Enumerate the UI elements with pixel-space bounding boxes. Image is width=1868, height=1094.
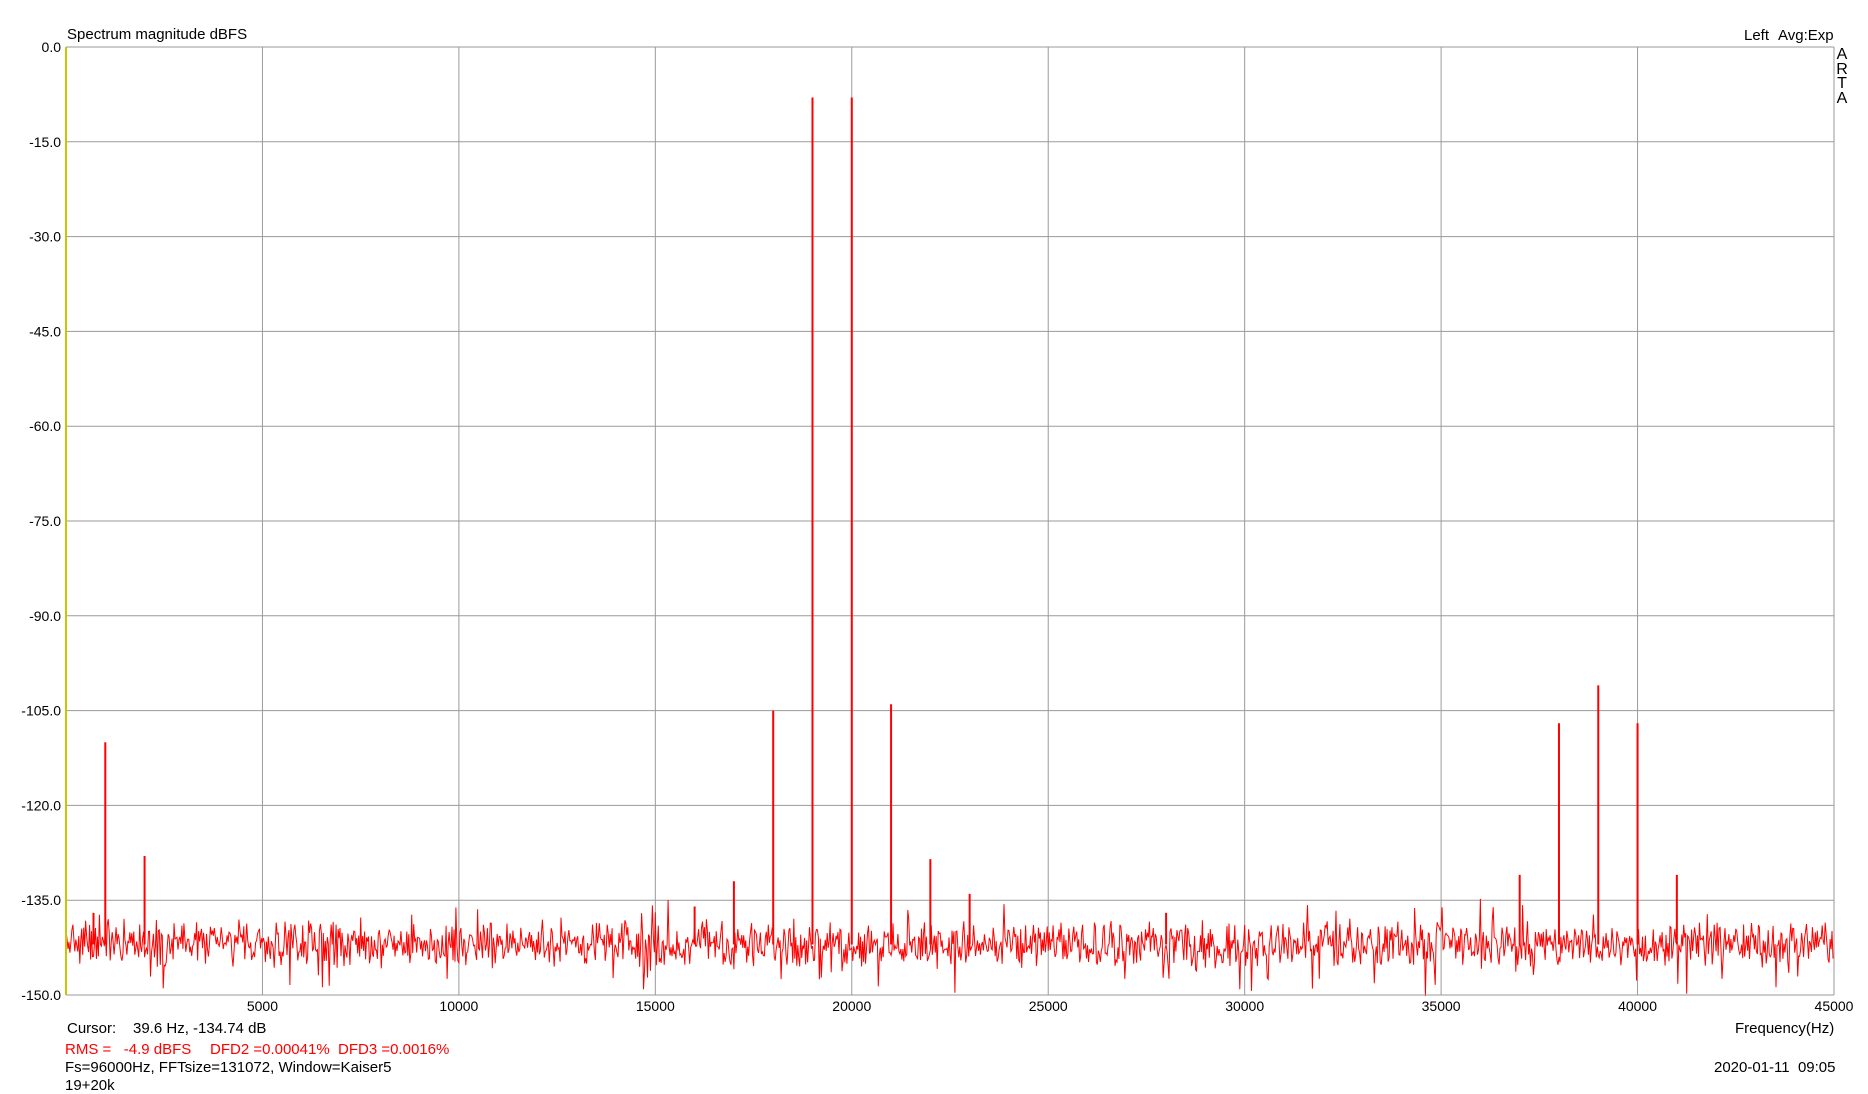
timestamp: 2020-01-11 09:05 <box>1714 1059 1836 1076</box>
y-tick-label: 0.0 <box>42 39 62 55</box>
spectrum-chart: 0.0 -15.0 -30.0 -45.0 -60.0 -75.0 -90.0 -105.0 -… <box>21 39 1854 1014</box>
cursor-readout: 39.6 Hz, -134.74 dB <box>133 1020 267 1037</box>
y-tick-label: -60.0 <box>29 418 61 434</box>
x-axis-label: Frequency(Hz) <box>1735 1020 1835 1037</box>
fft-settings: Fs=96000Hz, FFTsize=131072, Window=Kaise… <box>65 1059 392 1076</box>
y-tick-label: -105.0 <box>21 703 61 719</box>
x-tick-label: 10000 <box>439 998 478 1014</box>
x-tick-label: 5000 <box>247 998 278 1014</box>
y-tick-label: -30.0 <box>29 229 61 245</box>
y-axis-ticks: 0.0 -15.0 -30.0 -45.0 -60.0 -75.0 -90.0 -105.0 -… <box>21 39 61 1003</box>
channel-label: Left <box>1744 27 1770 44</box>
brand-letter: A <box>1836 89 1848 107</box>
x-tick-label: 35000 <box>1422 998 1461 1014</box>
y-tick-label: -45.0 <box>29 323 61 339</box>
x-tick-label: 20000 <box>832 998 871 1014</box>
chart-title: Spectrum magnitude dBFS <box>67 26 248 43</box>
x-tick-label: 40000 <box>1618 998 1657 1014</box>
y-tick-label: -120.0 <box>21 797 61 813</box>
noise-floor-trace <box>65 898 1835 997</box>
dfd-readout: DFD2 =0.00041% DFD3 =0.0016% <box>210 1041 450 1058</box>
x-tick-label: 15000 <box>636 998 675 1014</box>
x-axis-ticks: 5000 10000 15000 20000 25000 30000 35000 40000 4… <box>247 998 1854 1014</box>
grid-lines <box>66 47 1834 995</box>
cursor-label: Cursor: <box>67 1020 117 1037</box>
x-tick-label: 25000 <box>1029 998 1068 1014</box>
x-tick-label: 30000 <box>1225 998 1264 1014</box>
arta-logo: A R T A <box>1833 47 1851 107</box>
rms-readout: RMS = -4.9 dBFS <box>65 1041 192 1058</box>
y-tick-label: -135.0 <box>21 892 61 908</box>
y-tick-label: -15.0 <box>29 134 61 150</box>
y-tick-label: -75.0 <box>29 513 61 529</box>
spectrum-trace <box>65 97 1835 997</box>
y-tick-label: -150.0 <box>21 987 61 1003</box>
x-tick-label: 45000 <box>1815 998 1854 1014</box>
averaging-label: Avg:Exp <box>1778 27 1834 44</box>
y-tick-label: -90.0 <box>29 608 61 624</box>
